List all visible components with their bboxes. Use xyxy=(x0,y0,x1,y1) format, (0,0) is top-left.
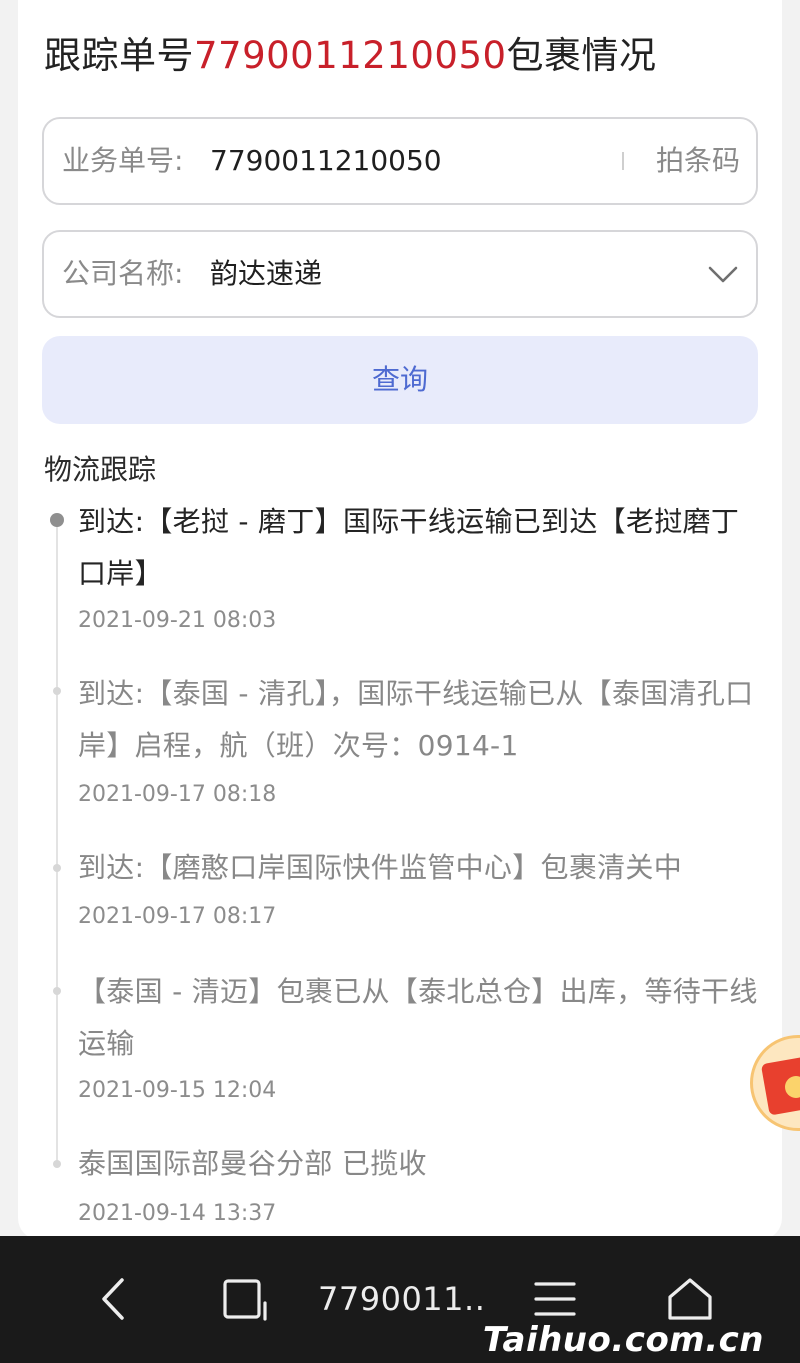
tracking-event-text: 【泰国 - 清迈】包裹已从【泰北总仓】出库，等待干线运输 xyxy=(78,975,758,1060)
company-value[interactable]: 韵达速递 xyxy=(210,232,322,316)
back-button[interactable] xyxy=(90,1274,136,1324)
tracking-event-time: 2021-09-17 08:17 xyxy=(78,904,277,929)
timeline-dot xyxy=(53,864,61,872)
company-label: 公司名称: xyxy=(62,257,184,290)
title-tracking-number: 7790011210050 xyxy=(194,34,507,77)
menu-icon xyxy=(534,1282,576,1316)
tabs-icon xyxy=(223,1279,267,1321)
home-icon xyxy=(668,1278,712,1320)
timeline-dot xyxy=(53,1160,61,1168)
tracking-number-input[interactable]: 7790011210050 xyxy=(210,119,442,203)
tracking-card: 跟踪单号7790011210050包裹情况 业务单号: 779001121005… xyxy=(18,0,782,1240)
tracking-event-text: 到达:【老挝 - 磨丁】国际干线运输已到达【老挝磨丁口岸】 xyxy=(78,505,740,590)
logistics-section-title: 物流跟踪 xyxy=(44,453,157,486)
tracking-event-text: 到达:【磨憨口岸国际快件监管中心】包裹清关中 xyxy=(78,851,683,884)
tracking-number-field[interactable]: 业务单号: 7790011210050 拍条码 xyxy=(42,117,758,205)
query-button[interactable]: 查询 xyxy=(42,336,758,424)
back-icon xyxy=(102,1278,124,1320)
tracking-event-time: 2021-09-15 12:04 xyxy=(78,1078,277,1103)
home-button[interactable] xyxy=(662,1274,718,1324)
tracking-number-label: 业务单号: xyxy=(62,144,184,177)
menu-button[interactable] xyxy=(528,1274,582,1324)
title-suffix: 包裹情况 xyxy=(506,34,657,77)
page-title: 跟踪单号7790011210050包裹情况 xyxy=(44,28,657,84)
tracking-event-text: 到达:【泰国 - 清孔】，国际干线运输已从【泰国清孔口岸】启程，航（班）次号：0… xyxy=(78,677,754,762)
field-divider xyxy=(622,152,624,170)
coin-icon xyxy=(785,1076,800,1098)
timeline-dot xyxy=(53,687,61,695)
company-select[interactable]: 公司名称: 韵达速递 xyxy=(42,230,758,318)
tracking-event-time: 2021-09-17 08:18 xyxy=(78,782,277,807)
timeline-line xyxy=(56,522,58,1162)
chevron-down-icon[interactable] xyxy=(706,257,740,291)
tracking-event-time: 2021-09-21 08:03 xyxy=(78,608,277,633)
site-watermark: Taihuo.com.cn xyxy=(482,1320,764,1360)
current-tab-title-text: 7790011.. xyxy=(318,1280,486,1318)
tabs-button[interactable] xyxy=(218,1274,274,1324)
scan-barcode-button[interactable]: 拍条码 xyxy=(656,119,740,203)
title-prefix: 跟踪单号 xyxy=(44,34,194,77)
current-tab-title[interactable]: 7790011.. xyxy=(318,1274,488,1324)
timeline-dot xyxy=(53,987,61,995)
timeline-dot-current xyxy=(50,513,64,527)
tracking-event-text: 泰国国际部曼谷分部 已揽收 xyxy=(78,1147,427,1180)
tracking-event-time: 2021-09-14 13:37 xyxy=(78,1201,277,1226)
